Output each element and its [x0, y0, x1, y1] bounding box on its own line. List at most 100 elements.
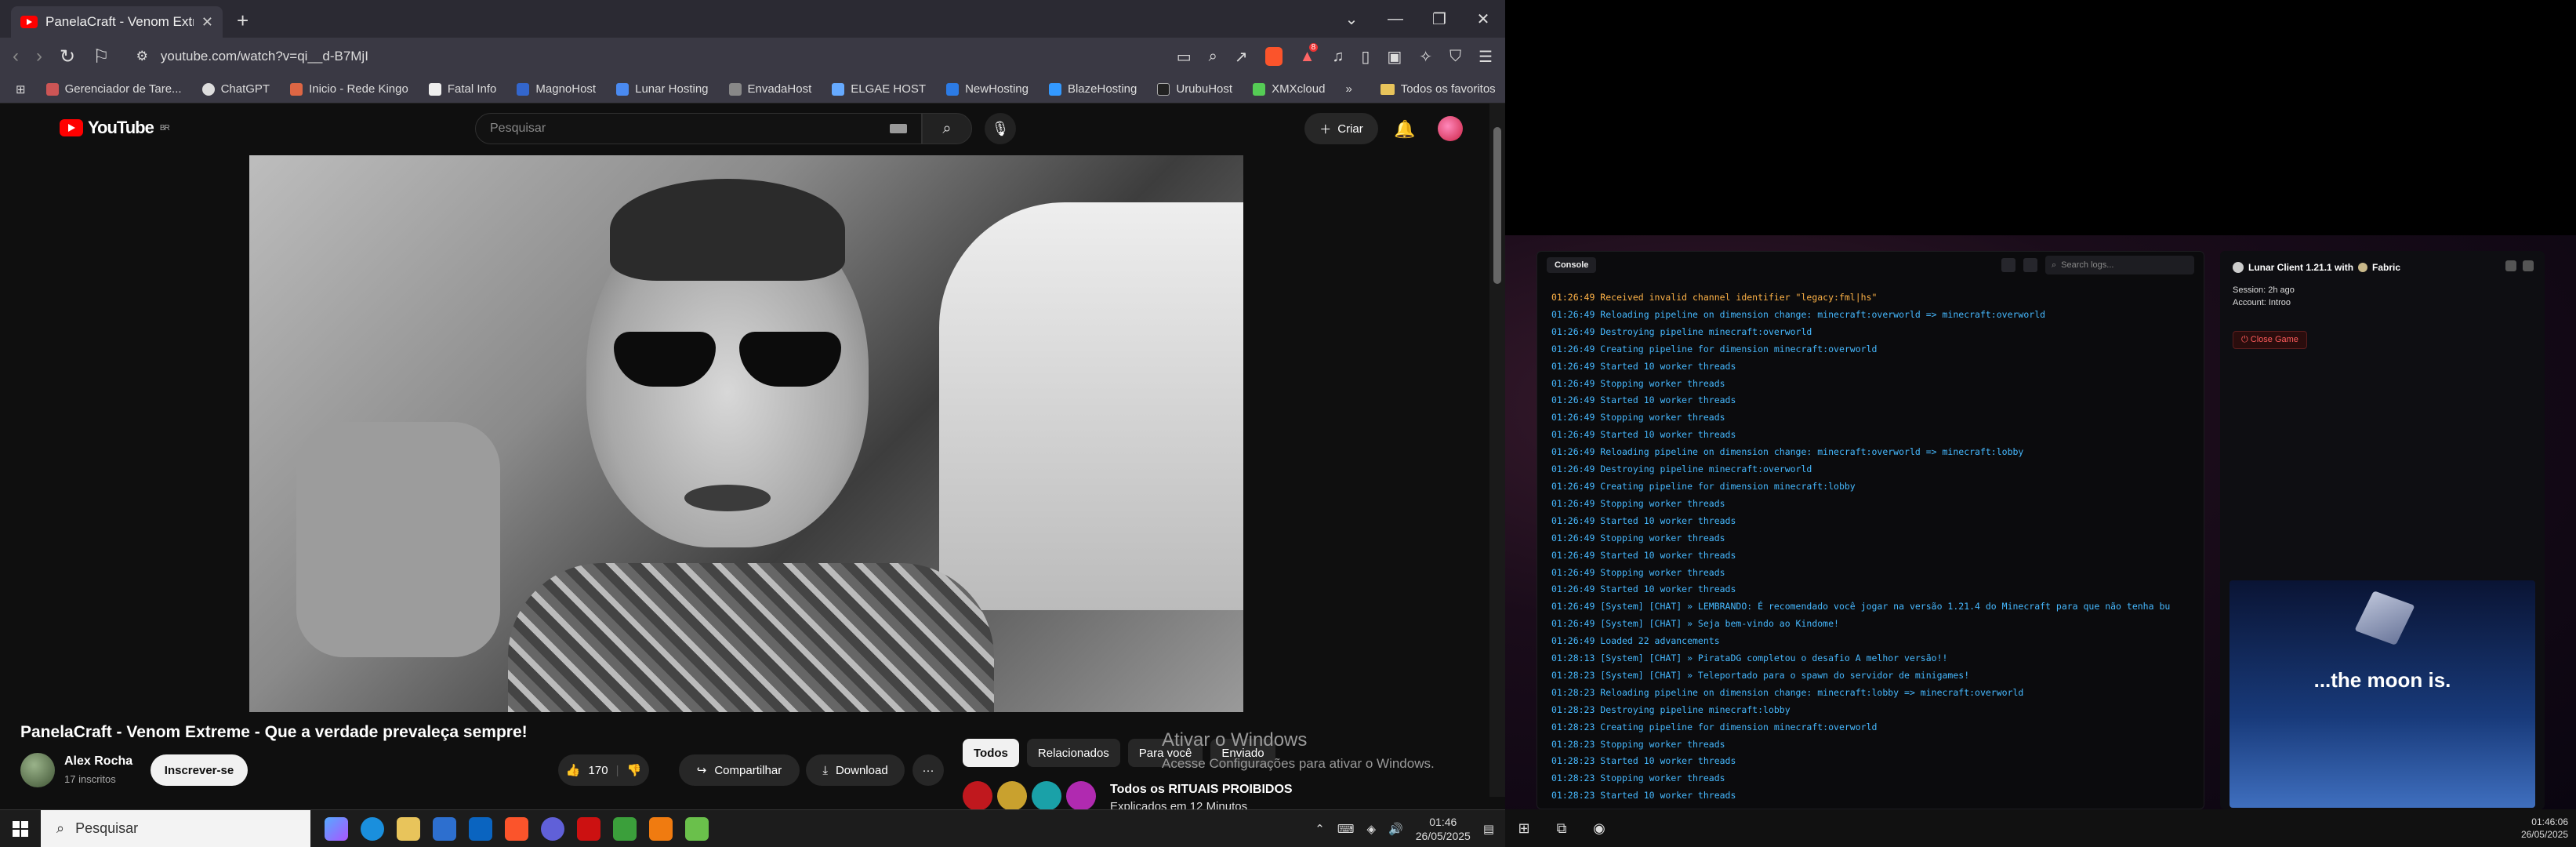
voice-search-button[interactable]: 🎙: [985, 113, 1016, 144]
page-scrollbar[interactable]: [1489, 104, 1505, 797]
more-actions-button[interactable]: ···: [912, 754, 944, 786]
browser-tab-youtube[interactable]: PanelaCraft - Venom Extreme ✕: [11, 6, 223, 38]
scrollbar-thumb[interactable]: [1493, 127, 1501, 284]
wallet-icon[interactable]: ▣: [1387, 47, 1402, 67]
start-button[interactable]: [0, 810, 41, 847]
bell-icon[interactable]: 🔔: [1394, 119, 1415, 140]
windows-logo-icon[interactable]: ⊞: [1505, 809, 1543, 847]
keyboard-icon[interactable]: [890, 124, 907, 133]
bookmark-item[interactable]: Lunar Hosting: [616, 82, 709, 96]
edge-icon[interactable]: [361, 816, 384, 841]
video-title: PanelaCraft - Venom Extreme - Que a verd…: [20, 723, 528, 741]
outlook-icon[interactable]: [469, 816, 492, 841]
site-info-icon[interactable]: ⚙: [136, 49, 148, 64]
dislike-icon[interactable]: 👎: [626, 763, 641, 777]
reload-icon[interactable]: ↻: [60, 45, 75, 68]
close-window-icon[interactable]: ✕: [1461, 0, 1505, 38]
log-search-input[interactable]: ⌕ Search logs...: [2045, 256, 2194, 274]
new-tab-button[interactable]: +: [237, 9, 249, 33]
task-view-icon[interactable]: ⧉: [1543, 809, 1580, 847]
cast-icon[interactable]: ▭: [1177, 47, 1192, 67]
recommended-thumbnail[interactable]: [963, 781, 1096, 811]
bookmark-item[interactable]: EnvadaHost: [728, 82, 811, 96]
recommended-video-title[interactable]: Todos os RITUAIS PROIBIDOS: [1110, 783, 1293, 797]
leo-icon[interactable]: ✧: [1419, 47, 1432, 67]
subscriber-count: 17 inscritos: [64, 773, 116, 785]
like-count[interactable]: 170: [589, 764, 608, 777]
brave-icon[interactable]: [505, 816, 528, 841]
copilot-icon[interactable]: [325, 816, 348, 841]
bookmark-item[interactable]: XMXcloud: [1253, 82, 1325, 96]
rewards-icon[interactable]: ▲ 8: [1300, 42, 1319, 66]
youtube-search-input[interactable]: Pesquisar: [475, 113, 922, 144]
console-tab[interactable]: Console: [1547, 257, 1597, 273]
vpn-icon[interactable]: ⛉: [1449, 48, 1461, 66]
brave-shield-icon[interactable]: [1264, 47, 1283, 66]
close-tab-icon[interactable]: ✕: [201, 14, 213, 31]
bookmark-item[interactable]: BlazeHosting: [1048, 82, 1137, 96]
bookmark-item[interactable]: Inicio - Rede Kingo: [290, 82, 408, 96]
bookmark-item[interactable]: UrubuHost: [1157, 82, 1232, 96]
taskbar-search-input[interactable]: ⌕ Pesquisar: [41, 809, 310, 847]
eye-icon[interactable]: [2523, 260, 2534, 271]
share-button[interactable]: ↪ Compartilhar: [679, 754, 800, 786]
menu-icon[interactable]: ☰: [1478, 47, 1493, 67]
tab-list-chevron-icon[interactable]: ⌄: [1330, 0, 1373, 38]
discord-icon[interactable]: [541, 816, 564, 841]
subscribe-button[interactable]: Inscrever-se: [151, 754, 248, 786]
bookmark-item[interactable]: Gerenciador de Tare...: [45, 82, 182, 96]
minimize-icon[interactable]: —: [1373, 0, 1417, 38]
create-button[interactable]: ＋ Criar: [1304, 113, 1378, 144]
minecraft-launcher-icon[interactable]: [685, 816, 709, 841]
tray-chevron-icon[interactable]: ⌃: [1315, 822, 1325, 836]
avatar[interactable]: [1438, 116, 1463, 141]
youtube-logo[interactable]: YouTube BR: [60, 118, 170, 138]
bookmark-item[interactable]: Fatal Info: [428, 82, 496, 96]
volume-icon[interactable]: 🔊: [1388, 822, 1403, 836]
search-icon: ⌕: [2052, 260, 2057, 270]
settings-icon[interactable]: [2505, 260, 2516, 271]
back-icon[interactable]: ‹: [13, 45, 19, 67]
bookmark-item[interactable]: ChatGPT: [201, 82, 270, 96]
share-icon[interactable]: ↗: [1235, 47, 1248, 67]
bookmark-icon[interactable]: ⚐: [93, 45, 110, 68]
channel-name[interactable]: Alex Rocha: [64, 754, 132, 769]
xbox-icon[interactable]: [613, 816, 637, 841]
music-icon[interactable]: ♫: [1332, 48, 1344, 66]
bookmark-item[interactable]: ELGAE HOST: [832, 82, 926, 96]
forward-icon[interactable]: ›: [36, 45, 42, 67]
network-icon[interactable]: ◈: [1367, 822, 1377, 836]
sidebar-icon[interactable]: ▯: [1361, 47, 1370, 67]
taskbar-clock[interactable]: 01:46 26/05/2025: [1416, 815, 1471, 843]
system-tray: ⌃ ⌨ ◈ 🔊 01:46 26/05/2025 ▤: [1315, 815, 1505, 843]
keyboard-layout-icon[interactable]: ⌨: [1337, 822, 1355, 836]
folder-icon[interactable]: [2023, 258, 2037, 272]
console-log[interactable]: 01:26:49 Received invalid channel identi…: [1544, 289, 2199, 807]
right-monitor: Console ⌕ Search logs... 01:26:49 Receiv…: [1505, 0, 2576, 847]
app-icon[interactable]: [649, 816, 673, 841]
upload-icon[interactable]: [2001, 258, 2015, 272]
obs-icon[interactable]: [577, 816, 600, 841]
channel-avatar[interactable]: [20, 753, 55, 787]
close-game-button[interactable]: ⏻ Close Game: [2233, 331, 2307, 349]
chip-relacionados[interactable]: Relacionados: [1026, 739, 1120, 767]
search-button[interactable]: ⌕: [922, 113, 972, 144]
all-bookmarks-folder[interactable]: » Todos os favoritos: [1345, 82, 1495, 96]
video-player[interactable]: [249, 155, 1243, 712]
fabric-icon: [2358, 263, 2368, 272]
bookmark-item[interactable]: NewHosting: [946, 82, 1029, 96]
notifications-icon[interactable]: ▤: [1483, 822, 1494, 836]
more-bookmarks-icon[interactable]: »: [1345, 82, 1351, 96]
file-explorer-icon[interactable]: [397, 816, 420, 841]
discord-icon[interactable]: ◉: [1580, 809, 1618, 847]
secondary-clock[interactable]: 01:46:06 26/05/2025: [2521, 816, 2576, 841]
download-button[interactable]: ⤓ Download: [806, 754, 905, 786]
bookmark-item[interactable]: MagnoHost: [517, 82, 596, 96]
url-field[interactable]: ⚙ youtube.com/watch?v=qi__d-B7MjI: [127, 43, 1146, 70]
restore-icon[interactable]: ❐: [1417, 0, 1461, 38]
store-icon[interactable]: [433, 816, 456, 841]
apps-grid-icon[interactable]: ⊞: [16, 82, 26, 96]
chip-todos[interactable]: Todos: [963, 739, 1019, 767]
like-icon[interactable]: 👍: [566, 763, 581, 777]
zoom-icon[interactable]: ⌕: [1209, 48, 1217, 66]
